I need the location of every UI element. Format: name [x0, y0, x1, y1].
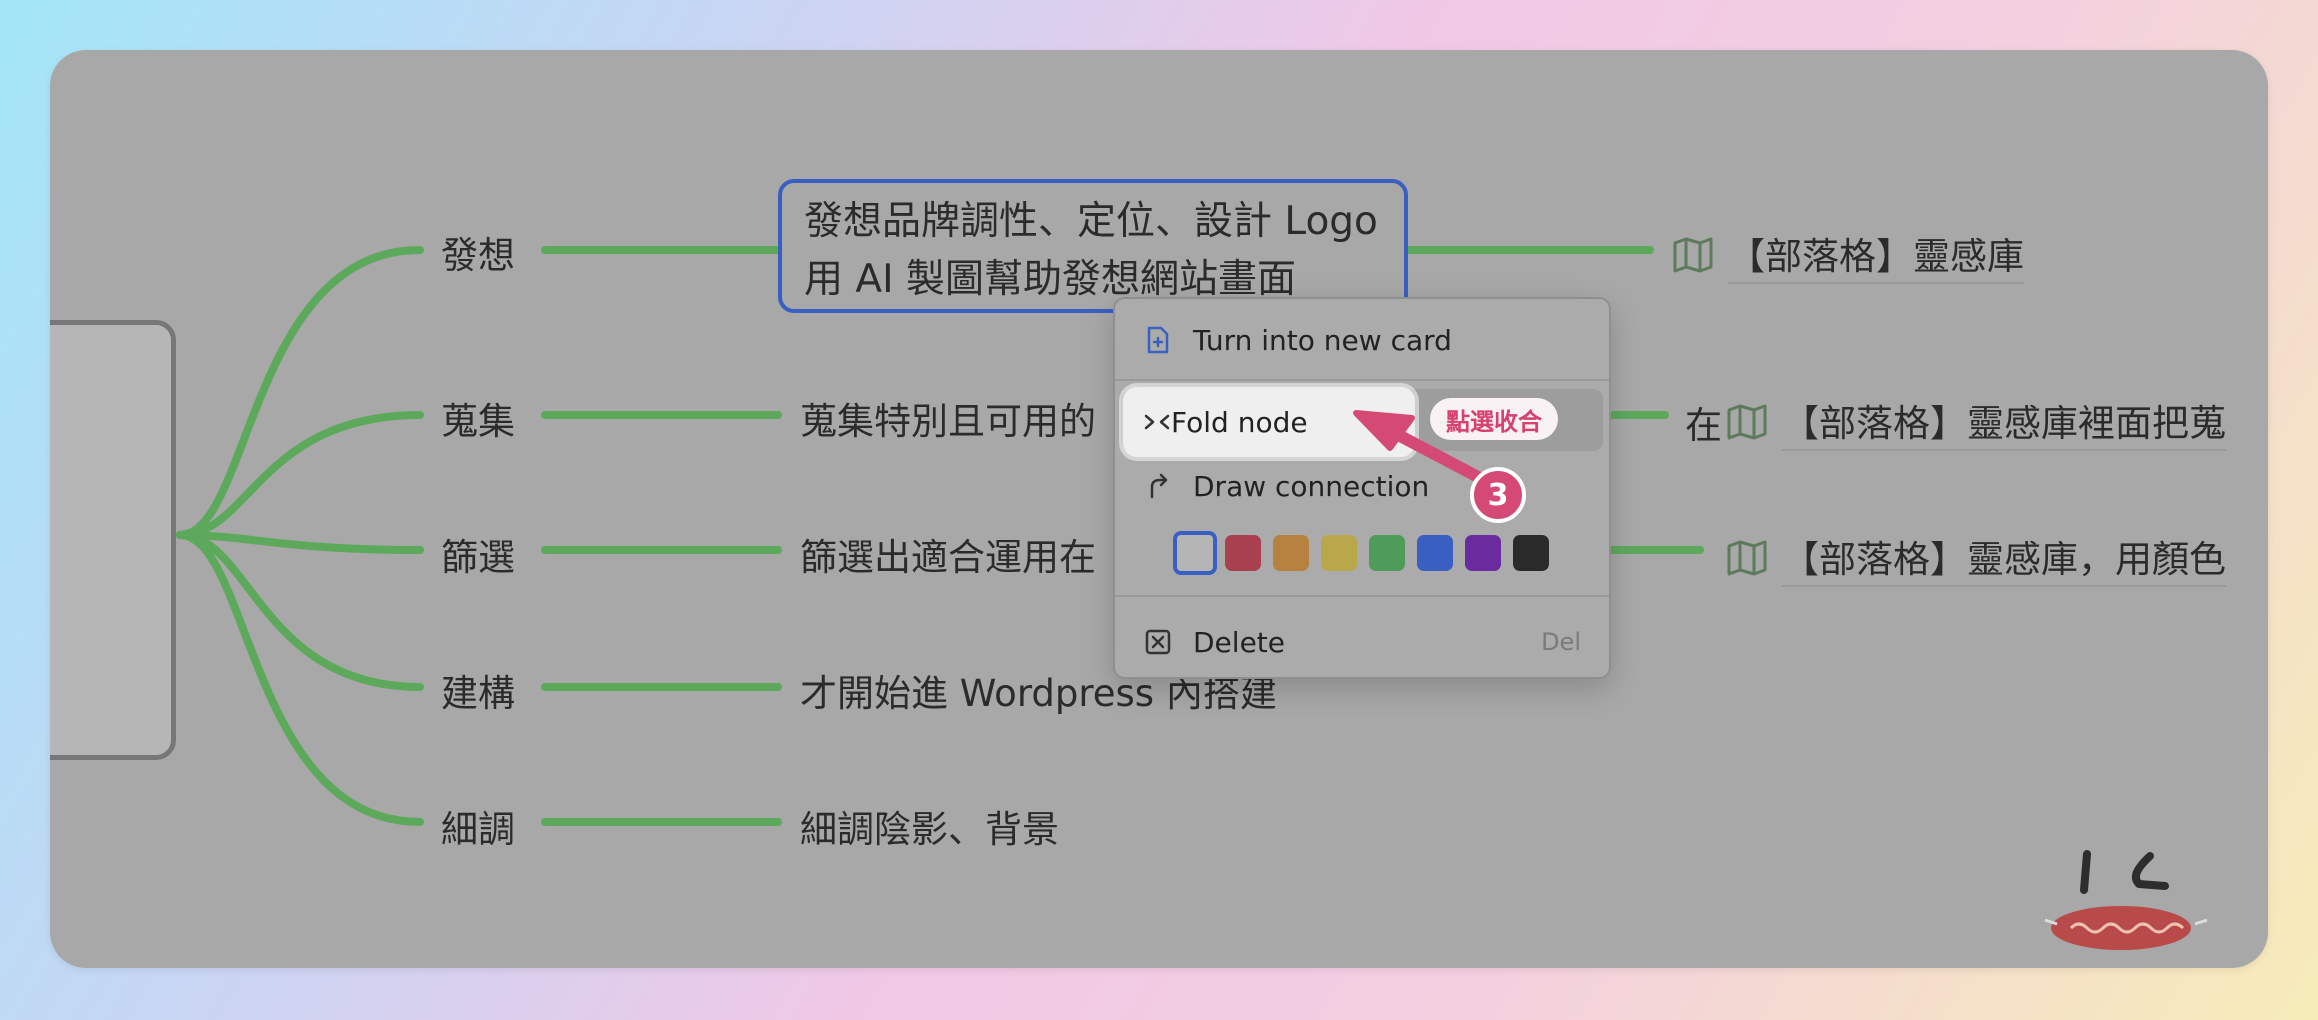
card-link-1-text[interactable]: 【部落格】靈感庫: [1728, 226, 2024, 284]
color-swatch-orange[interactable]: [1273, 535, 1309, 571]
color-swatch-purple[interactable]: [1465, 535, 1501, 571]
map-icon: [1727, 404, 1767, 440]
menu-item-fold-node-label: Fold node: [1171, 405, 1308, 439]
menu-item-draw-connection[interactable]: Draw connection: [1121, 455, 1603, 517]
branch-label-ideation[interactable]: 發想: [441, 225, 515, 279]
color-swatch-none[interactable]: [1173, 531, 1217, 575]
selected-node-line-1: 發想品牌調性、定位、設計 Logo: [804, 199, 1378, 244]
card-link-3-text[interactable]: 【部落格】靈感庫，用顏色: [1782, 529, 2226, 587]
delete-shortcut: Del: [1541, 628, 1581, 656]
menu-divider: [1115, 379, 1609, 381]
connection-arrow-icon: [1143, 471, 1173, 501]
branch-label-finetune[interactable]: 細調: [441, 799, 515, 853]
step-number-badge: 3: [1470, 467, 1526, 523]
selected-node-card[interactable]: 發想品牌調性、定位、設計 Logo 用 AI 製圖幫助發想網站畫面: [778, 179, 1408, 313]
menu-item-delete[interactable]: Delete Del: [1121, 611, 1603, 673]
branch-label-collect[interactable]: 蒐集: [441, 391, 515, 445]
map-icon: [1673, 237, 1713, 273]
card-link-2-prefix: 在: [1685, 404, 1722, 447]
map-icon: [1727, 540, 1767, 576]
fold-icon: [1143, 406, 1171, 439]
card-link-2[interactable]: 在 【部落格】靈感庫裡面把蒐: [1685, 393, 2226, 451]
color-swatch-green[interactable]: [1369, 535, 1405, 571]
menu-item-turn-into-card-label: Turn into new card: [1193, 323, 1452, 357]
node-finetune[interactable]: 細調陰影、背景: [800, 799, 1059, 853]
color-swatch-blue[interactable]: [1417, 535, 1453, 571]
color-swatch-red[interactable]: [1225, 535, 1261, 571]
mascot-face-icon: [2044, 850, 2208, 950]
root-node-card[interactable]: [50, 320, 176, 760]
menu-divider: [1115, 595, 1609, 597]
menu-item-turn-into-card[interactable]: Turn into new card: [1121, 309, 1603, 371]
delete-icon: [1143, 627, 1173, 657]
color-swatch-yellow[interactable]: [1321, 535, 1357, 571]
annotation-tag: 點選收合: [1430, 398, 1558, 440]
branch-label-build[interactable]: 建構: [441, 663, 515, 717]
card-link-3[interactable]: 【部落格】靈感庫，用顏色: [1726, 529, 2226, 587]
node-context-menu: Turn into new card Fold node Draw connec…: [1113, 297, 1611, 679]
branch-label-filter[interactable]: 篩選: [441, 527, 515, 581]
new-card-icon: [1143, 325, 1173, 355]
menu-item-fold-node[interactable]: Fold node: [1123, 387, 1415, 457]
node-filter[interactable]: 篩選出適合運用在: [800, 527, 1096, 581]
menu-item-delete-label: Delete: [1193, 625, 1285, 659]
card-link-2-text[interactable]: 【部落格】靈感庫裡面把蒐: [1782, 393, 2226, 451]
node-collect[interactable]: 蒐集特別且可用的: [800, 391, 1096, 445]
menu-item-draw-connection-label: Draw connection: [1193, 469, 1430, 503]
color-swatch-black[interactable]: [1513, 535, 1549, 571]
card-link-1[interactable]: 【部落格】靈感庫: [1672, 226, 2024, 284]
